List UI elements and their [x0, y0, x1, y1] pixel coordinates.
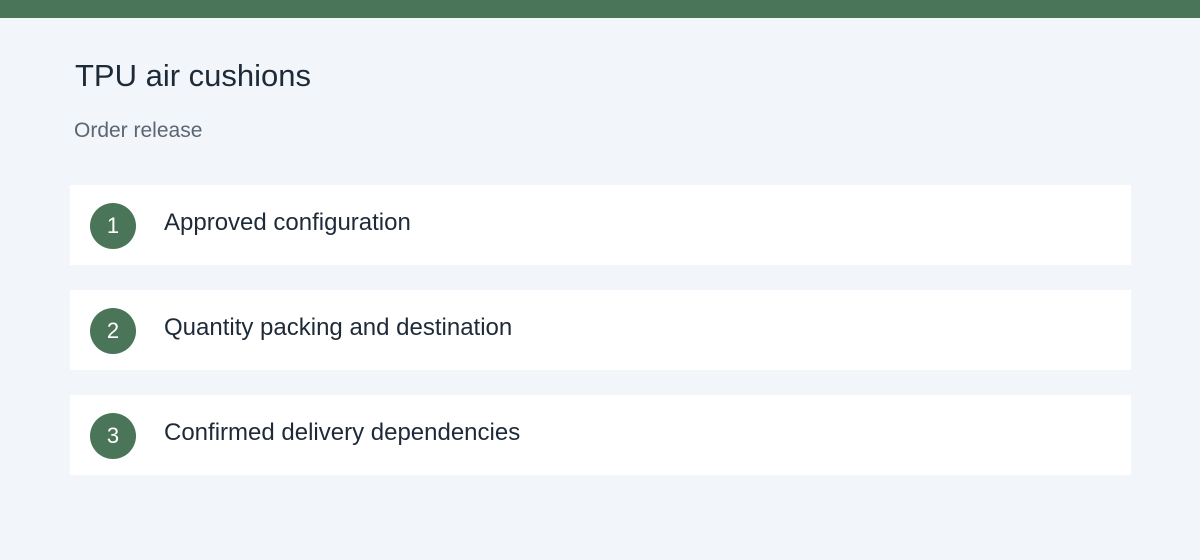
step-card-2: 2 Quantity packing and destination [70, 290, 1131, 370]
step-label: Confirmed delivery dependencies [164, 419, 521, 446]
step-card-1: 1 Approved configuration [70, 185, 1131, 265]
step-number-badge: 3 [90, 413, 136, 459]
step-label: Quantity packing and destination [164, 314, 513, 341]
step-list: 1 Approved configuration 2 Quantity pack… [70, 185, 1131, 500]
page-title: TPU air cushions [75, 58, 312, 93]
page-subtitle: Order release [74, 119, 203, 142]
top-accent-bar [0, 0, 1200, 18]
step-number-badge: 1 [90, 203, 136, 249]
step-number-badge: 2 [90, 308, 136, 354]
step-card-3: 3 Confirmed delivery dependencies [70, 395, 1131, 475]
step-label: Approved configuration [164, 209, 411, 236]
